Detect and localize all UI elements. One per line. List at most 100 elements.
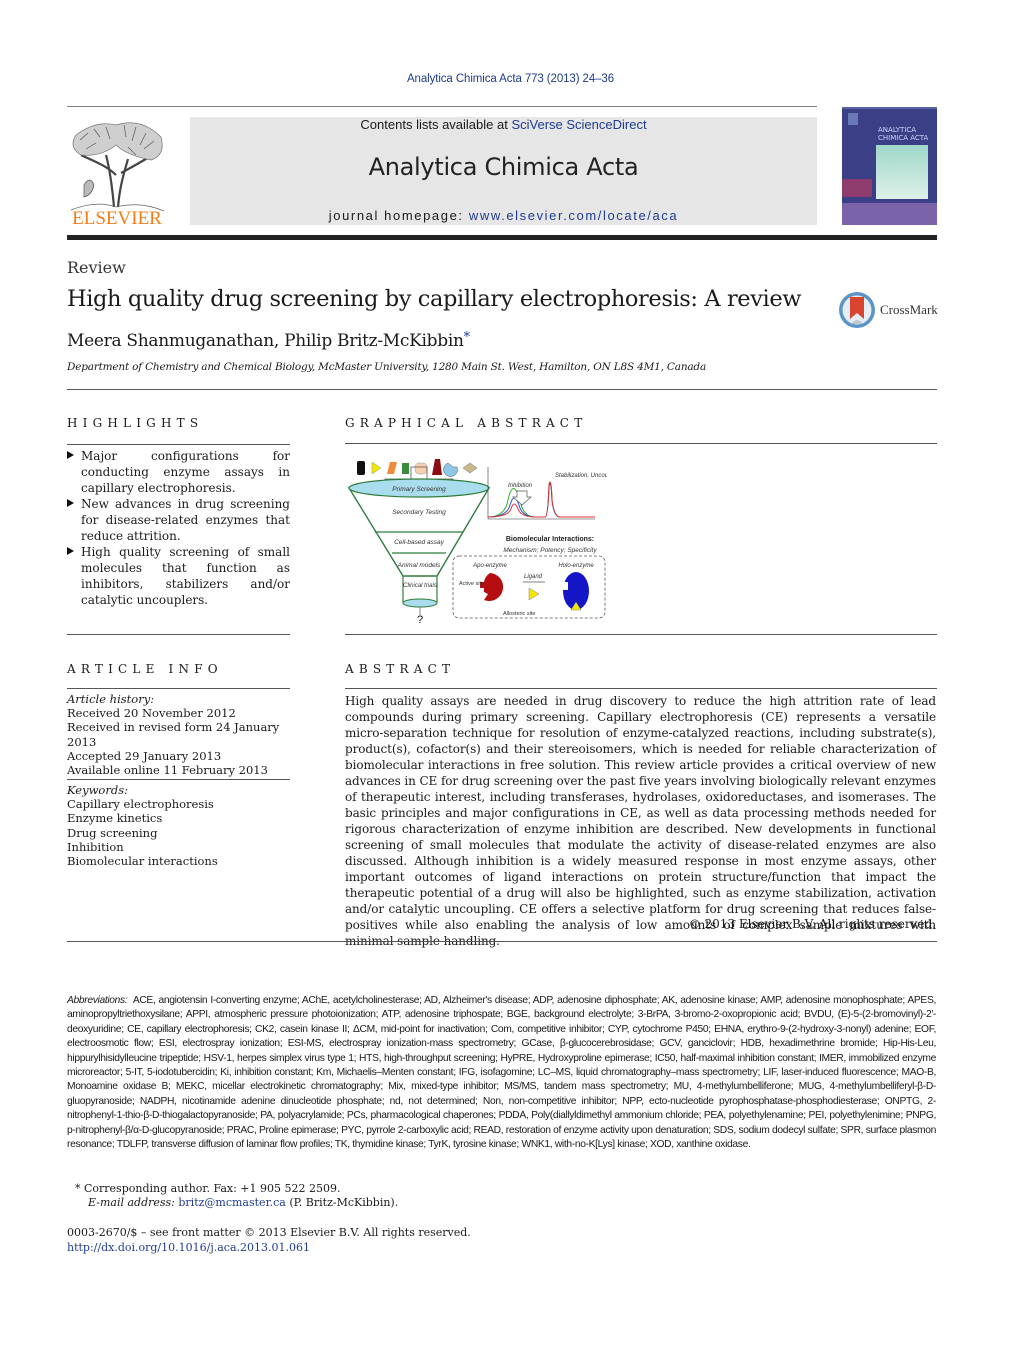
affiliation: Department of Chemistry and Chemical Bio… [67, 361, 707, 373]
inhibition-arrow-icon [512, 490, 532, 506]
author-email-link[interactable]: britz@mcmaster.ca [178, 1196, 285, 1209]
stabilization-label: Stabilization, Uncoupling? [555, 473, 607, 479]
compound-shape-green [402, 463, 409, 474]
corresponding-author-mark[interactable]: * [464, 330, 471, 345]
holo-enzyme-label: Holo-enzyme [558, 563, 594, 569]
holo-active-site [561, 582, 568, 590]
article-title: High quality drug screening by capillary… [67, 286, 802, 312]
article-info-heading: Article info [67, 662, 223, 676]
compound-shape-yellow [371, 461, 382, 475]
article-info-top-divider [67, 688, 290, 689]
cover-side-block [842, 179, 872, 197]
email-label: E-mail address: [88, 1196, 179, 1209]
bullet-triangle-icon [67, 547, 74, 555]
abbreviations-text: ACE, angiotensin I-converting enzyme; AC… [67, 995, 936, 1151]
ligand-icon [528, 587, 540, 601]
funnel-stage-label: Primary Screening [392, 486, 446, 493]
keyword: Capillary electrophoresis [67, 797, 214, 812]
cover-top-strip [842, 107, 937, 109]
funnel-stage-label: Clinical trials [403, 583, 437, 589]
highlights-heading: Highlights [67, 416, 204, 430]
interactions-title: Biomolecular Interactions: [506, 536, 594, 543]
compound-shape-maroon [432, 459, 442, 475]
crossmark-button[interactable]: CrossMark [838, 291, 938, 329]
abstract-heading: Abstract [345, 662, 456, 676]
article-type: Review [67, 258, 126, 277]
keywords-divider [67, 779, 290, 780]
history-accepted: Accepted 29 January 2013 [67, 748, 222, 763]
ligand-label: Ligand [524, 574, 543, 580]
highlight-text: New advances in drug screening for disea… [81, 497, 290, 543]
doi-link[interactable]: http://dx.doi.org/10.1016/j.aca.2013.01.… [67, 1241, 310, 1254]
highlights-top-divider [67, 444, 290, 445]
keyword: Inhibition [67, 839, 124, 854]
history-revised: Received in revised form 24 January 2013 [67, 720, 280, 749]
keyword: Drug screening [67, 825, 158, 840]
inhibition-label: Inhibition [508, 483, 533, 489]
abbreviations-label: Abbreviations: [67, 995, 128, 1006]
journal-banner: Contents lists available at SciVerse Sci… [190, 117, 817, 225]
contents-prefix: Contents lists available at [360, 117, 512, 132]
journal-title: Analytica Chimica Acta [368, 153, 639, 181]
highlight-text: Major configurations for conducting enzy… [81, 449, 290, 495]
keyword: Enzyme kinetics [67, 811, 163, 826]
funnel-stage-label: Animal models [397, 562, 441, 569]
history-online: Available online 11 February 2013 [67, 763, 268, 778]
homepage-line: journal homepage: www.elsevier.com/locat… [190, 208, 817, 223]
compound-shape-black [357, 461, 365, 475]
journal-cover-thumbnail[interactable]: ANALYTICA CHIMICA ACTA [842, 107, 937, 225]
author-list: Meera Shanmuganathan, Philip Britz-McKib… [67, 330, 470, 351]
funnel-stage-label: Secondary Testing [392, 509, 446, 516]
apo-enzyme-label: Apo-enzyme [472, 563, 507, 569]
graphical-abstract-figure[interactable]: Primary Screening Secondary Testing Cell… [345, 455, 607, 625]
abstract-text: High quality assays are needed in drug d… [345, 694, 936, 948]
crossmark-icon [839, 292, 875, 328]
funnel-output-label: ? [417, 614, 423, 625]
abstract-bottom-divider [67, 941, 937, 942]
compound-shapes [357, 459, 478, 477]
header-divider [67, 106, 817, 107]
keywords: Keywords: Capillary electrophoresis Enzy… [67, 783, 290, 868]
header-thick-divider [67, 235, 937, 240]
cover-publisher-mark [848, 113, 858, 125]
interactions-subtitle: Mechanism; Potency; Specificity [503, 547, 597, 554]
highlight-text: High quality screening of small molecule… [81, 545, 290, 607]
bullet-triangle-icon [67, 451, 74, 459]
article-history: Article history: Received 20 November 20… [67, 692, 290, 777]
highlight-item: New advances in drug screening for disea… [67, 496, 290, 544]
abbreviations-footnote: Abbreviations: ACE, angiotensin I-conver… [67, 994, 936, 1152]
active-site-label: Active site [459, 581, 484, 587]
email-suffix: (P. Britz-McKibbin). [285, 1196, 399, 1209]
cover-title: ANALYTICA CHIMICA ACTA [878, 126, 928, 142]
journal-homepage-link[interactable]: www.elsevier.com/locate/aca [469, 208, 678, 223]
homepage-prefix: journal homepage: [328, 208, 469, 223]
highlight-item: High quality screening of small molecule… [67, 544, 290, 608]
journal-citation[interactable]: Analytica Chimica Acta 773 (2013) 24–36 [0, 73, 1021, 85]
sciencedirect-link[interactable]: SciVerse ScienceDirect [511, 117, 646, 132]
authors: Meera Shanmuganathan, Philip Britz-McKib… [67, 331, 464, 351]
elsevier-wordmark: ELSEVIER [72, 208, 162, 229]
cover-bottom-block [842, 203, 937, 225]
allosteric-site-label: Allosteric site [503, 611, 535, 617]
cover-title-line1: ANALYTICA [878, 126, 917, 134]
email-footnote: E-mail address: britz@mcmaster.ca (P. Br… [88, 1196, 398, 1209]
compound-shape-orange [387, 462, 397, 474]
bullet-triangle-icon [67, 499, 74, 507]
keywords-label: Keywords: [67, 783, 128, 797]
highlights-bottom-divider [67, 634, 290, 635]
keyword: Biomolecular interactions [67, 854, 218, 869]
issn-line: 0003-2670/$ – see front matter © 2013 El… [67, 1226, 471, 1239]
graphical-abstract-heading: Graphical abstract [345, 416, 588, 430]
screening-funnel [347, 478, 491, 615]
article-history-label: Article history: [67, 692, 155, 706]
funnel-stage-label: Cell-based assay [394, 539, 445, 546]
abstract-top-divider [345, 688, 937, 689]
compound-shape-peach [414, 462, 428, 475]
contents-line: Contents lists available at SciVerse Sci… [190, 117, 817, 132]
cover-figure [876, 145, 928, 199]
compound-shape-blue [443, 462, 458, 477]
title-divider [67, 389, 937, 390]
cover-title-line2: CHIMICA ACTA [878, 134, 929, 142]
corresponding-author-note: * Corresponding author. Fax: +1 905 522 … [75, 1182, 341, 1195]
compound-shape-tan [462, 462, 478, 474]
